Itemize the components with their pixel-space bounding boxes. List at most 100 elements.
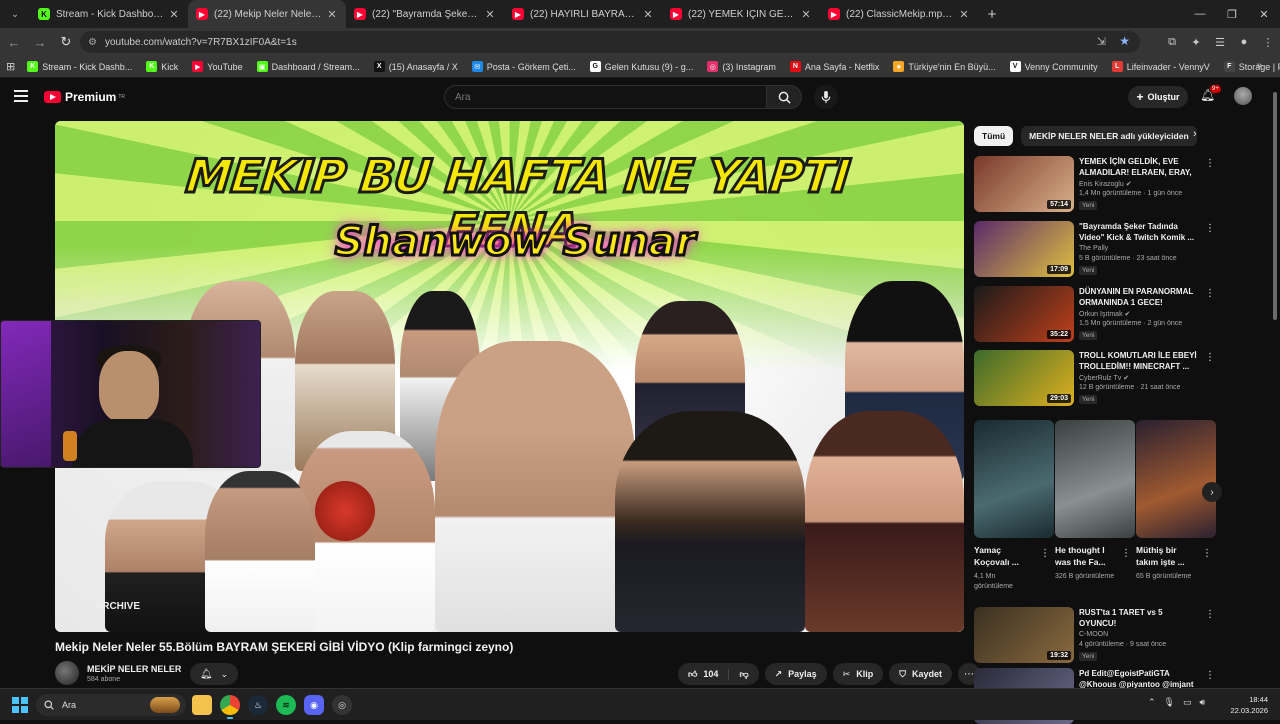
video-thumbnail[interactable]: 57:14 — [974, 156, 1074, 212]
video-thumbnail[interactable]: 17:09 — [974, 221, 1074, 277]
maximize-icon[interactable]: ❐ — [1216, 0, 1248, 28]
channel-name[interactable]: Orkun Işıtmak ✔︎ — [1079, 310, 1130, 318]
more-vertical-icon[interactable]: ⋮ — [1205, 352, 1215, 363]
taskbar-clock[interactable]: 18:44 22.03.2026 — [1222, 694, 1268, 716]
chips-next-icon[interactable]: › — [1193, 128, 1197, 140]
new-tab-button[interactable]: + — [978, 0, 1006, 28]
voice-search-button[interactable] — [814, 85, 838, 109]
profile-icon[interactable]: ● — [1232, 31, 1256, 53]
short-title[interactable]: He thought I was the Fa... — [1055, 544, 1107, 568]
shorts-next-button[interactable]: › — [1202, 482, 1222, 502]
bookmark-item[interactable]: ▣ Dashboard / Stream... — [256, 61, 360, 72]
install-app-icon[interactable]: ⇲ — [1097, 35, 1106, 48]
create-button[interactable]: + Oluştur — [1128, 86, 1188, 108]
recommended-video[interactable]: 35:22 DÜNYANIN EN PARANORMAL ORMANINDA 1 … — [974, 286, 1215, 342]
channel-avatar[interactable] — [55, 661, 79, 685]
video-title[interactable]: DÜNYANIN EN PARANORMAL ORMANINDA 1 GECE! — [1079, 286, 1199, 308]
notifications-button[interactable]: 🔔︎ 9+ — [1200, 85, 1221, 106]
more-vertical-icon[interactable]: ⋮ — [1205, 288, 1215, 299]
short-thumbnail[interactable] — [1136, 420, 1216, 538]
browser-menu-icon[interactable]: ⋮ — [1256, 31, 1280, 53]
bookmark-item[interactable]: L Lifeinvader - VennyV — [1111, 61, 1210, 72]
recommended-video[interactable]: 29:03 TROLL KOMUTLARI İLE EBEYİ TROLLEDİM… — [974, 350, 1215, 406]
close-tab-icon[interactable]: ✕ — [326, 8, 338, 21]
bookmark-item[interactable]: ▶ YouTube — [192, 61, 243, 72]
browser-tab[interactable]: ▶ (22) YEMEK İÇİN GELDİK, EVE AL ✕ — [662, 0, 820, 28]
video-thumbnail[interactable]: 35:22 — [974, 286, 1074, 342]
obs-icon[interactable]: ◎ — [332, 695, 352, 715]
forward-icon[interactable]: → — [28, 30, 52, 54]
site-info-icon[interactable]: ⚙ — [88, 37, 97, 48]
bookmark-item[interactable]: ◎ (3) Instagram — [707, 61, 776, 72]
close-tab-icon[interactable]: ✕ — [800, 8, 812, 21]
tab-search-icon[interactable]: ⌄ — [0, 0, 30, 28]
short-thumbnail[interactable] — [974, 420, 1054, 538]
minimize-icon[interactable]: — — [1184, 0, 1216, 28]
bookmark-item[interactable]: K Kick — [146, 61, 178, 72]
video-title[interactable]: TROLL KOMUTLARI İLE EBEYİ TROLLEDİM!! MI… — [1079, 350, 1199, 372]
search-input[interactable]: Ara — [444, 85, 766, 109]
video-title[interactable]: YEMEK İÇİN GELDİK, EVE ALMADILAR! ELRAEN… — [1079, 156, 1199, 178]
more-vertical-icon[interactable]: ⋮ — [1202, 548, 1212, 559]
channel-name[interactable]: C-MOON — [1079, 631, 1108, 638]
video-title[interactable]: RUST'ta 1 TARET vs 5 OYUNCU! — [1079, 607, 1199, 629]
bookmark-item[interactable]: ★ Türkiye'nin En Büyü... — [893, 61, 996, 72]
tray-chevron-up-icon[interactable]: ⌃ — [1148, 697, 1156, 708]
recommended-video[interactable]: 17:09 "Bayramda Şeker Tadında Video" Kick… — [974, 221, 1215, 277]
browser-tab[interactable]: ▶ (22) ClassicMekip.mp4 kıps :) - ✕ — [820, 0, 978, 28]
clip-button[interactable]: ✂ Klip — [832, 663, 884, 685]
more-vertical-icon[interactable]: ⋮ — [1205, 223, 1215, 234]
close-window-icon[interactable]: ✕ — [1248, 0, 1280, 28]
chip-all[interactable]: Tümü — [974, 126, 1014, 146]
browser-tab[interactable]: ▶ (22) Mekip Neler Neler 55.Bölüm ✕ — [188, 0, 346, 28]
close-tab-icon[interactable]: ✕ — [642, 8, 654, 21]
chip-from-uploader[interactable]: MEKİP NELER NELER adlı yükleyiciden — [1021, 126, 1197, 146]
file-explorer-icon[interactable] — [192, 695, 212, 715]
close-tab-icon[interactable]: ✕ — [168, 8, 180, 21]
steam-icon[interactable]: ♨ — [248, 695, 268, 715]
bookmark-star-icon[interactable]: ★ — [1119, 34, 1130, 48]
guide-menu-icon[interactable] — [14, 90, 28, 102]
channel-name[interactable]: CyberRulz Tv ✔︎ — [1079, 374, 1129, 382]
browser-tab[interactable]: ▶ (22) HAYIRLI BAYRAMLAR | Mas ✕ — [504, 0, 662, 28]
page-scrollbar[interactable] — [1273, 92, 1277, 320]
bookmark-item[interactable]: N Ana Sayfa - Netflix — [789, 61, 879, 72]
video-title[interactable]: "Bayramda Şeker Tadında Video" Kick & Tw… — [1079, 221, 1199, 243]
tray-volume-icon[interactable]: 🔊︎ — [1200, 697, 1206, 708]
video-thumbnail[interactable]: 29:03 — [974, 350, 1074, 406]
close-tab-icon[interactable]: ✕ — [484, 8, 496, 21]
close-tab-icon[interactable]: ✕ — [958, 8, 970, 21]
back-icon[interactable]: ← — [2, 30, 26, 54]
channel-name[interactable]: The Pally — [1079, 245, 1108, 252]
channel-name[interactable]: MEKİP NELER NELER — [87, 664, 181, 674]
subscription-notifications-button[interactable]: 🔔︎ ⌄ — [190, 663, 238, 685]
more-vertical-icon[interactable]: ⋮ — [1040, 548, 1050, 559]
more-vertical-icon[interactable]: ⋮ — [1205, 670, 1215, 681]
more-vertical-icon[interactable]: ⋮ — [1121, 548, 1131, 559]
bookmark-item[interactable]: G Gelen Kutusu (9) - g... — [589, 61, 693, 72]
account-avatar[interactable] — [1234, 87, 1252, 105]
channel-info[interactable]: MEKİP NELER NELER 584 abone — [55, 661, 181, 685]
video-title[interactable]: Pd Edit@EgoistPatiGTA @Khoous @piyantoo … — [1079, 668, 1199, 690]
chrome-icon[interactable] — [220, 695, 240, 719]
recommended-video[interactable]: 19:32 RUST'ta 1 TARET vs 5 OYUNCU! C-MOON 4… — [974, 607, 1215, 663]
more-vertical-icon[interactable]: ⋮ — [1205, 158, 1215, 169]
tray-mic-icon[interactable]: 🎙︎ — [1164, 697, 1175, 708]
reload-icon[interactable]: ↻ — [54, 30, 78, 54]
browser-tab[interactable]: ▶ (22) "Bayramda Şeker Tadında Vi ✕ — [346, 0, 504, 28]
video-thumbnail[interactable]: 19:32 — [974, 607, 1074, 663]
browser-tab[interactable]: K Stream - Kick Dashboard ✕ — [30, 0, 188, 28]
channel-name[interactable]: Enis Kirazoglu ✔︎ — [1079, 180, 1132, 188]
windows-start-icon[interactable] — [12, 697, 28, 713]
taskbar-search[interactable]: Ara — [36, 694, 186, 716]
short-thumbnail[interactable] — [1055, 420, 1135, 538]
extension-icon[interactable]: ⧉ — [1160, 31, 1184, 53]
bookmark-item[interactable]: V Venny Community — [1009, 61, 1098, 72]
save-button[interactable]: ⛉ Kaydet — [889, 663, 952, 685]
youtube-premium-logo[interactable]: Premium TR — [44, 90, 125, 104]
spotify-icon[interactable]: ≋ — [276, 695, 296, 715]
short-title[interactable]: Yamaç Koçovalı ... — [974, 544, 1026, 568]
reading-list-icon[interactable]: ☰ — [1208, 31, 1232, 53]
recommended-video[interactable]: 57:14 YEMEK İÇİN GELDİK, EVE ALMADILAR! E… — [974, 156, 1215, 212]
discord-icon[interactable]: ◉ — [304, 695, 324, 715]
